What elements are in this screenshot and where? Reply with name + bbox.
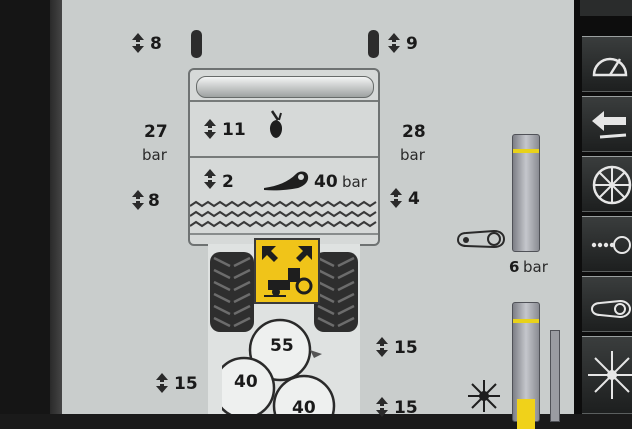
seed-rate-button[interactable] (582, 216, 632, 272)
sensor-marker-left (191, 30, 202, 58)
lift-icon (374, 396, 390, 418)
tractor-mode-button[interactable] (254, 238, 320, 304)
wheel-value-top: 55 (270, 336, 294, 356)
meter-mark (513, 319, 539, 323)
lift-icon (202, 118, 218, 140)
pressure-left-unit: bar (142, 146, 167, 164)
tool-button-2[interactable] (582, 96, 632, 152)
packer-pressure-unit: bar (342, 173, 367, 191)
unit2-value: 2 (222, 172, 234, 192)
fan-icon (588, 351, 632, 399)
lift-value-top-left: 8 (150, 34, 162, 54)
wheel-icon (592, 165, 632, 205)
meter-side-bar (550, 330, 560, 422)
wheel-value-left: 40 (234, 372, 258, 392)
lift-value-mid-left: 8 (148, 191, 160, 211)
side-value-left-lower: 15 (174, 374, 198, 394)
pressure-right-value: 28 (402, 122, 426, 142)
fan-speed-meter (512, 302, 540, 429)
lift-value-top-right: 9 (406, 34, 418, 54)
unit1-value: 11 (222, 120, 246, 140)
wheel-value-bottom: 40 (292, 398, 316, 418)
divider (190, 156, 378, 158)
packer-roller-icon (262, 168, 310, 198)
right-toolbar (574, 0, 632, 414)
lift-icon (154, 372, 170, 394)
gauge-icon (592, 57, 628, 77)
arrow-machine-icon (592, 111, 627, 139)
hopper-roller (196, 76, 374, 98)
drive-pressure-meter (512, 134, 540, 252)
packer-pressure-value: 40 (314, 172, 338, 192)
lift-icon (386, 32, 402, 54)
sensor-marker-right (368, 30, 379, 58)
seed-rate-icon (591, 236, 631, 254)
pressure-left-value: 27 (144, 122, 168, 142)
seed-drop-icon (262, 108, 290, 144)
lift-icon (130, 189, 146, 211)
side-value-right-lower: 15 (394, 398, 418, 418)
side-value-right-upper: 15 (394, 338, 418, 358)
lift-icon (130, 32, 146, 54)
bezel-edge (50, 0, 62, 414)
gauge-button[interactable] (582, 36, 632, 92)
lift-value-mid-right: 4 (408, 189, 420, 209)
main-panel: 8 9 27 bar 28 bar 8 4 11 2 40 bar 55 40 … (62, 0, 574, 429)
pressure-right-unit: bar (400, 146, 425, 164)
lift-icon (374, 336, 390, 358)
divider (190, 100, 378, 102)
drive-pressure-unit: bar (523, 258, 548, 276)
chain-button[interactable] (582, 276, 632, 332)
drive-pressure-value: 6 (509, 258, 520, 276)
lift-icon (388, 187, 404, 209)
meter-fill (517, 399, 535, 429)
fan-icon (466, 378, 502, 418)
fan-button[interactable] (582, 336, 632, 414)
chain-drive-icon (454, 226, 506, 256)
lift-icon (202, 168, 218, 190)
meter-mark (513, 149, 539, 153)
tractor-mode-icon (262, 246, 313, 297)
toolbar-header (580, 0, 632, 16)
chain-icon (590, 299, 632, 319)
wheel-button[interactable] (582, 156, 632, 212)
